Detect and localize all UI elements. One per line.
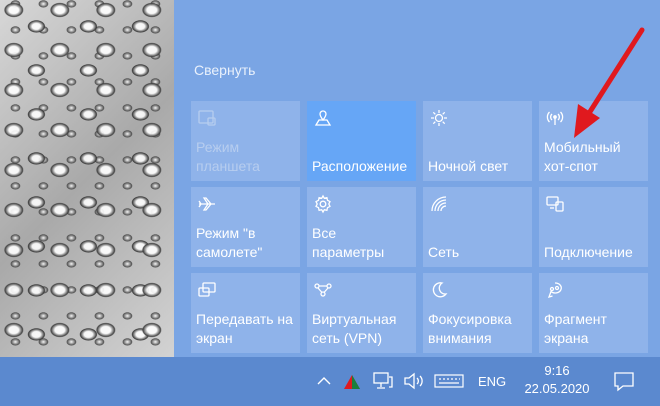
tile-vpn[interactable]: Виртуальная сеть (VPN) [307, 273, 416, 353]
vpn-icon [313, 280, 333, 300]
tile-project[interactable]: Передавать на экран [191, 273, 300, 353]
desktop-wallpaper [0, 0, 174, 357]
antivirus-tray-icon[interactable] [342, 371, 362, 391]
tile-airplane-mode[interactable]: Режим "в самолете" [191, 187, 300, 267]
tile-network[interactable]: Сеть [423, 187, 532, 267]
tile-label: Сеть [428, 244, 460, 260]
volume-icon[interactable] [402, 371, 426, 391]
tile-label: Виртуальная сеть (VPN) [312, 311, 397, 346]
tile-night-light[interactable]: Ночной свет [423, 101, 532, 181]
clock[interactable]: 9:16 22.05.2020 [520, 362, 594, 398]
project-icon [197, 280, 217, 300]
settings-gear-icon [313, 194, 333, 214]
red-annotation-arrow [574, 27, 645, 138]
chevron-up-icon[interactable] [316, 371, 332, 391]
tile-label: Передавать на экран [196, 311, 293, 346]
connect-icon [545, 194, 565, 214]
tile-label: Фрагмент экрана [544, 311, 607, 346]
screen-snip-icon [545, 280, 565, 300]
tile-tablet-mode[interactable]: Режим планшета [191, 101, 300, 181]
network-ethernet-icon[interactable] [372, 371, 394, 391]
tile-focus-assist[interactable]: Фокусировка внимания [423, 273, 532, 353]
tile-label: Ночной свет [428, 158, 509, 174]
tile-label: Все параметры [312, 225, 385, 260]
night-light-icon [429, 108, 449, 128]
airplane-mode-icon [197, 194, 217, 214]
tile-screen-snip[interactable]: Фрагмент экрана [539, 273, 648, 353]
tile-label: Расположение [312, 158, 408, 174]
notifications-icon[interactable] [612, 369, 636, 393]
tile-label: Режим планшета [196, 139, 260, 174]
collapse-link[interactable]: Свернуть [194, 62, 255, 78]
touch-keyboard-icon[interactable] [434, 371, 464, 391]
language-indicator[interactable]: ENG [478, 374, 506, 389]
location-icon [313, 108, 333, 128]
clock-date: 22.05.2020 [524, 381, 590, 396]
tile-label: Подключение [544, 244, 633, 260]
network-icon [429, 194, 449, 214]
tile-all-settings[interactable]: Все параметры [307, 187, 416, 267]
tile-location[interactable]: Расположение [307, 101, 416, 181]
tile-connect[interactable]: Подключение [539, 187, 648, 267]
tile-label: Режим "в самолете" [196, 225, 263, 260]
focus-assist-icon [429, 280, 449, 300]
tile-label: Фокусировка внимания [428, 311, 512, 346]
tablet-mode-icon [197, 108, 217, 128]
clock-time: 9:16 [544, 363, 570, 378]
taskbar: ENG 9:16 22.05.2020 [0, 357, 660, 406]
tile-label: Мобильный хот-спот [544, 139, 621, 174]
